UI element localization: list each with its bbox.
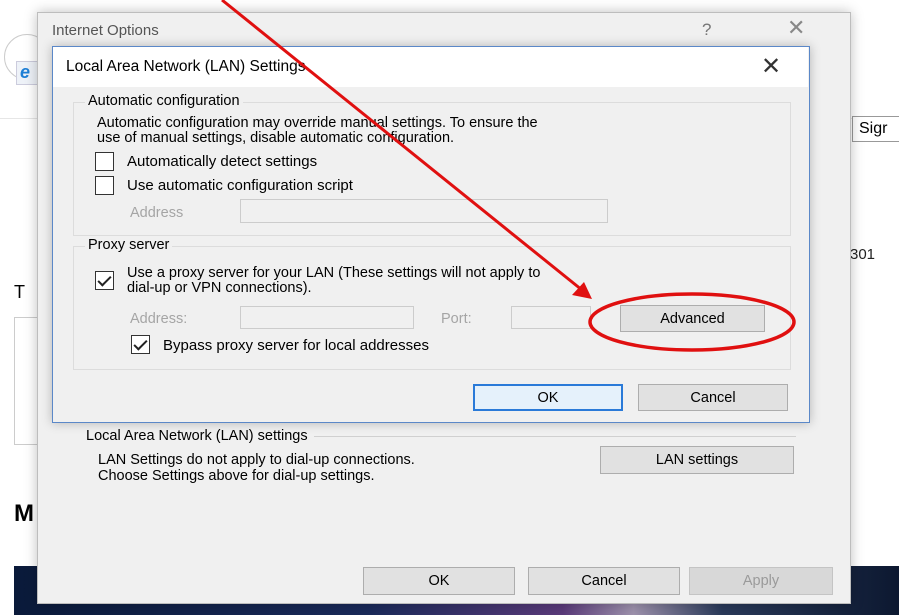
cancel-button[interactable]: Cancel — [528, 567, 680, 595]
ok-button[interactable]: OK — [363, 567, 515, 595]
bypass-local-checkbox[interactable] — [131, 335, 150, 354]
background-number: 301 — [850, 246, 876, 263]
use-proxy-label-line2: dial-up or VPN connections). — [127, 280, 312, 296]
lan-description-line1: LAN Settings do not apply to dial-up con… — [98, 452, 415, 468]
automatic-configuration-description: Automatic configuration may override man… — [97, 116, 538, 146]
proxy-port-input[interactable] — [511, 306, 591, 329]
script-address-label: Address — [130, 205, 184, 221]
lan-dialog-close-icon[interactable]: ✕ — [761, 52, 781, 81]
sign-in-button[interactable]: Sigr — [852, 116, 899, 142]
use-proxy-label[interactable]: Use a proxy server for your LAN (These s… — [127, 266, 540, 296]
background-heading-letter-m: M — [14, 500, 34, 527]
lan-description: LAN Settings do not apply to dial-up con… — [98, 452, 415, 484]
advanced-button[interactable]: Advanced — [620, 305, 765, 332]
use-proxy-label-line1: Use a proxy server for your LAN (These s… — [127, 265, 541, 281]
proxy-address-input[interactable] — [240, 306, 414, 329]
auto-detect-label[interactable]: Automatically detect settings — [127, 153, 317, 170]
close-icon[interactable]: ✕ — [787, 15, 805, 41]
script-address-input[interactable] — [240, 199, 608, 223]
lan-group-label: Local Area Network (LAN) settings — [86, 428, 314, 444]
bypass-local-label[interactable]: Bypass proxy server for local addresses — [163, 337, 429, 354]
auto-desc-line2: use of manual settings, disable automati… — [97, 130, 455, 146]
lan-description-line2: Choose Settings above for dial-up settin… — [98, 468, 375, 484]
lan-ok-button[interactable]: OK — [473, 384, 623, 411]
internet-options-title: Internet Options — [52, 22, 159, 39]
auto-config-script-checkbox[interactable] — [95, 176, 114, 195]
auto-config-script-label[interactable]: Use automatic configuration script — [127, 177, 353, 194]
proxy-port-label: Port: — [441, 311, 472, 327]
lan-cancel-button[interactable]: Cancel — [638, 384, 788, 411]
apply-button[interactable]: Apply — [689, 567, 833, 595]
lan-dialog-title: Local Area Network (LAN) Settings — [66, 58, 306, 75]
help-icon[interactable]: ? — [702, 20, 711, 40]
proxy-server-legend: Proxy server — [85, 237, 173, 253]
lan-settings-button[interactable]: LAN settings — [600, 446, 794, 474]
auto-desc-line1: Automatic configuration may override man… — [97, 115, 538, 131]
automatic-configuration-legend: Automatic configuration — [85, 93, 243, 109]
auto-detect-checkbox[interactable] — [95, 152, 114, 171]
proxy-address-label: Address: — [130, 311, 188, 327]
background-heading-letter: T — [14, 282, 25, 302]
ie-logo-icon: e — [20, 62, 31, 82]
use-proxy-checkbox[interactable] — [95, 271, 114, 290]
